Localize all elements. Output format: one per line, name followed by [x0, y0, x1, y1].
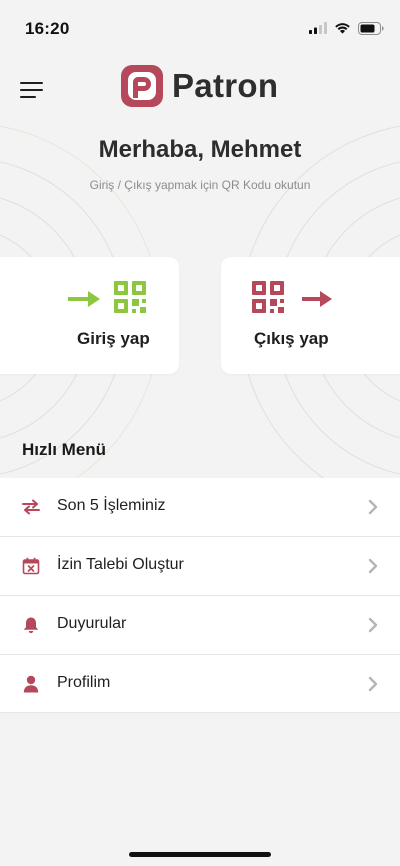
menu-item-profile[interactable]: Profilim	[0, 655, 400, 713]
arrow-right-qr-code-icon	[68, 281, 146, 313]
chevron-right-icon	[368, 676, 378, 692]
status-time: 16:20	[25, 19, 70, 38]
battery-icon	[358, 21, 384, 35]
status-icons	[309, 20, 384, 36]
home-indicator[interactable]	[129, 852, 271, 857]
check-in-label: Giriş yap	[77, 329, 150, 348]
quick-menu-list: Son 5 İşleminiz İzin Talebi Oluştur Duyu…	[0, 478, 400, 713]
menu-item-announcements[interactable]: Duyurular	[0, 596, 400, 655]
patron-logo-icon	[121, 65, 163, 107]
check-out-label: Çıkış yap	[254, 329, 329, 348]
quick-menu-title: Hızlı Menü	[22, 440, 107, 459]
qr-code-arrow-right-icon	[252, 281, 332, 313]
menu-item-label: İzin Talebi Oluştur	[57, 556, 184, 573]
greeting-subtitle: Giriş / Çıkış yapmak için QR Kodu okutun	[89, 178, 311, 192]
swap-arrows-icon	[20, 496, 42, 518]
status-bar: 16:20	[0, 0, 400, 56]
app-logo: Patron	[121, 64, 278, 108]
chevron-right-icon	[368, 558, 378, 574]
user-icon	[20, 673, 42, 695]
menu-item-recent-transactions[interactable]: Son 5 İşleminiz	[0, 478, 400, 537]
greeting-title: Merhaba, Mehmet	[98, 136, 302, 163]
chevron-right-icon	[368, 499, 378, 515]
check-out-button[interactable]: Çıkış yap	[221, 257, 400, 374]
wifi-icon	[335, 23, 350, 34]
check-in-button[interactable]: Giriş yap	[0, 257, 179, 374]
hamburger-menu-icon[interactable]	[20, 80, 46, 100]
app-screen: 16:20 Patron Merhaba, Mehmet Giriş / Çık…	[0, 0, 400, 866]
chevron-right-icon	[368, 617, 378, 633]
calendar-x-icon	[20, 555, 42, 577]
bell-icon	[20, 614, 42, 636]
app-name: Patron	[172, 67, 279, 104]
menu-item-label: Duyurular	[57, 615, 127, 632]
menu-item-leave-request[interactable]: İzin Talebi Oluştur	[0, 537, 400, 596]
menu-item-label: Son 5 İşleminiz	[57, 497, 166, 514]
cellular-signal-icon	[309, 22, 327, 34]
background-rings	[0, 125, 400, 511]
menu-item-label: Profilim	[57, 674, 111, 691]
